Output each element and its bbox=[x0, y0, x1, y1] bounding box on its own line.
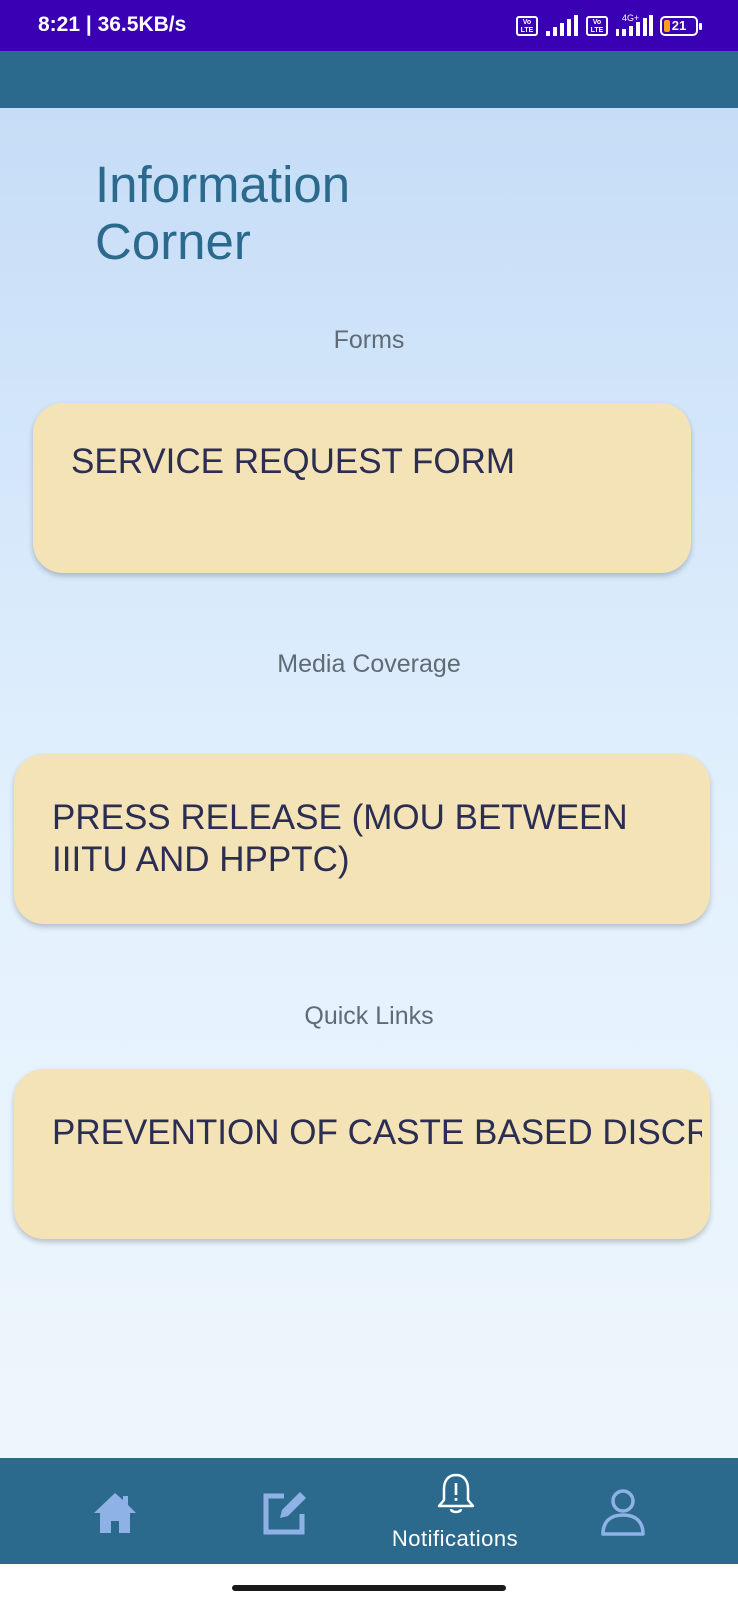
battery-icon: 21 bbox=[660, 16, 702, 36]
volte-icon: Vo LTE bbox=[516, 16, 538, 36]
page-title: Information Corner bbox=[95, 156, 351, 270]
bell-icon bbox=[437, 1473, 475, 1514]
main-content: Information Corner Forms SERVICE REQUEST… bbox=[0, 108, 738, 1458]
status-time: 8:21 | 36.5KB/s bbox=[38, 13, 187, 36]
card-prevention-caste-discrimination[interactable]: PREVENTION OF CASTE BASED DISCRIMINATION… bbox=[14, 1069, 710, 1239]
gesture-bar[interactable] bbox=[232, 1585, 506, 1591]
signal-4g-icon: 4G+ bbox=[614, 13, 654, 37]
nav-home[interactable] bbox=[70, 1458, 160, 1564]
card-label: SERVICE REQUEST FORM bbox=[71, 442, 516, 481]
nav-notifications[interactable]: Notifications bbox=[370, 1458, 540, 1564]
nav-edit[interactable] bbox=[238, 1458, 328, 1564]
person-icon bbox=[601, 1489, 645, 1536]
network-type: 4G+ bbox=[622, 13, 640, 23]
bottom-nav-bar: Notifications bbox=[0, 1458, 738, 1564]
card-press-release[interactable]: PRESS RELEASE (MOU BETWEEN IIITU AND HPP… bbox=[14, 754, 710, 924]
section-heading-forms: Forms bbox=[333, 326, 405, 354]
status-icons: Vo LTE Vo LTE 4G+ 21 bbox=[516, 12, 702, 40]
card-label: PRESS RELEASE (MOU BETWEEN IIITU AND HPP… bbox=[52, 798, 628, 879]
section-heading-media-coverage: Media Coverage bbox=[277, 650, 461, 678]
home-icon bbox=[94, 1493, 136, 1533]
nav-label-notifications: Notifications bbox=[391, 1526, 519, 1551]
nav-profile[interactable] bbox=[578, 1458, 668, 1564]
app-bar bbox=[0, 51, 738, 108]
card-label: PREVENTION OF CASTE BASED DISCRIMINATION… bbox=[52, 1113, 702, 1152]
card-service-request-form[interactable]: SERVICE REQUEST FORM bbox=[33, 403, 691, 573]
volte-icon-2: Vo LTE bbox=[586, 16, 608, 36]
signal-icon bbox=[546, 15, 578, 36]
section-heading-quick-links: Quick Links bbox=[304, 1002, 434, 1030]
battery-level: 21 bbox=[671, 18, 687, 33]
edit-icon bbox=[263, 1492, 306, 1535]
status-bar: 8:21 | 36.5KB/s Vo LTE Vo LTE 4G+ 21 bbox=[0, 0, 738, 51]
